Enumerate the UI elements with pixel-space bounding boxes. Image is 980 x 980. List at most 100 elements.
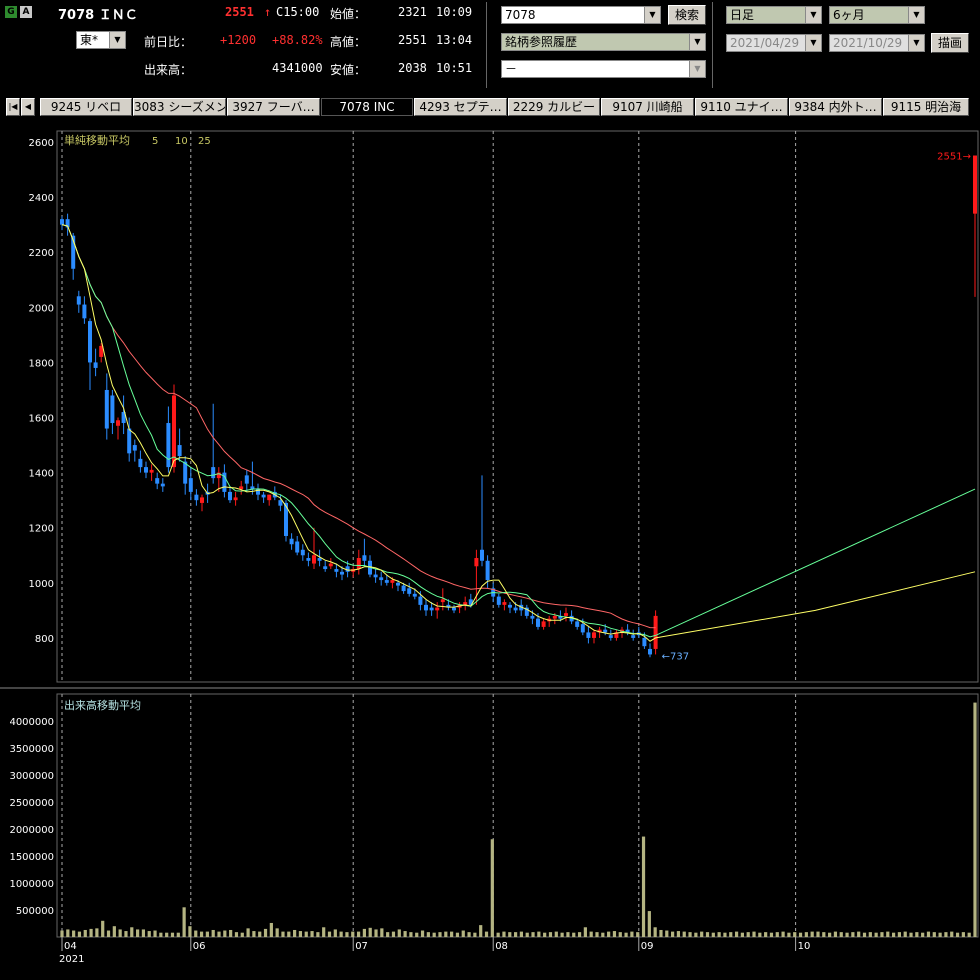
- volume-bar: [409, 932, 413, 937]
- volume-bar: [513, 932, 518, 937]
- candle-body: [642, 637, 647, 647]
- volume-bar: [118, 929, 122, 937]
- symbol-title: 7078 ＩＮＣ: [58, 8, 138, 23]
- candle-body: [200, 497, 204, 503]
- tab-7[interactable]: 9110 ユナイ…: [695, 98, 788, 116]
- candle-body: [390, 580, 395, 583]
- tab-8[interactable]: 9384 内外ト…: [789, 98, 882, 116]
- secondary-select[interactable]: － ▼: [501, 60, 706, 78]
- volume-bar: [955, 932, 960, 937]
- open-time: 10:09: [436, 5, 473, 19]
- volume-bar: [519, 931, 524, 937]
- first-tab-icon[interactable]: |◀: [6, 98, 20, 116]
- volume-bar: [641, 836, 646, 937]
- candle-body: [530, 615, 535, 619]
- history-select[interactable]: 銘柄参照履歴 ▼: [501, 33, 706, 51]
- prev-tab-icon[interactable]: ◀: [21, 98, 35, 116]
- candle-body: [407, 588, 412, 594]
- volume-bar: [583, 927, 587, 937]
- candle-body: [608, 635, 613, 638]
- volume-bar: [316, 932, 320, 937]
- low-marker-label: ←737: [662, 651, 689, 662]
- volume-bar: [194, 930, 198, 937]
- volume-bar: [112, 926, 116, 937]
- volume-bar: [263, 928, 268, 937]
- tab-1[interactable]: 3083 シーズメン: [133, 98, 226, 116]
- volume-bar: [671, 931, 675, 937]
- volume-bar: [932, 932, 936, 937]
- ma-legend-period: 25: [198, 136, 211, 147]
- volume-bar: [450, 931, 454, 937]
- candle-body: [323, 566, 328, 570]
- tab-5[interactable]: 2229 カルビー: [508, 98, 600, 116]
- candle-body: [160, 483, 165, 487]
- draw-button[interactable]: 描画: [931, 33, 969, 53]
- candle-body: [379, 577, 384, 581]
- chevron-down-icon: ▼: [908, 7, 924, 23]
- candle-body: [76, 296, 81, 305]
- candle-body: [261, 494, 266, 498]
- volume-bar: [816, 931, 820, 937]
- price-tick-label: 1000: [29, 579, 54, 590]
- volume-bar: [828, 932, 832, 937]
- volume-bar: [304, 931, 308, 937]
- volume-bar: [961, 932, 965, 937]
- x-tick-label: 07: [355, 941, 368, 952]
- change-label: 前日比：: [144, 35, 193, 49]
- volume-bar: [502, 931, 506, 937]
- tab-6[interactable]: 9107 川崎船: [601, 98, 694, 116]
- volume-bar: [508, 932, 512, 937]
- range-select[interactable]: 6ヶ月 ▼: [829, 6, 925, 24]
- market-select[interactable]: 東* ▼: [76, 31, 126, 49]
- code-input[interactable]: 7078 ▼: [501, 6, 661, 24]
- last-candle-body: [973, 155, 977, 214]
- candle-body: [440, 599, 445, 603]
- volume-bar: [89, 928, 93, 937]
- volume-tick-label: 3000000: [9, 771, 54, 782]
- candle-body: [144, 467, 148, 473]
- candle-body: [104, 389, 109, 429]
- ma-legend-period: 5: [152, 136, 158, 147]
- volume-bar: [822, 932, 826, 937]
- volume-bar: [577, 932, 582, 937]
- tab-4[interactable]: 4293 セプテ…: [414, 98, 507, 116]
- volume-bar: [839, 932, 843, 937]
- candle-body: [244, 475, 249, 484]
- volume-bar: [921, 932, 925, 937]
- x-tick-label: 08: [495, 941, 508, 952]
- x-tick-label: 10: [798, 941, 811, 952]
- volume-bar: [83, 929, 87, 937]
- volume-bar: [775, 932, 779, 937]
- candle-body: [340, 571, 344, 575]
- volume-panel-frame: [56, 693, 979, 938]
- price-tick-label: 2600: [29, 138, 54, 149]
- date-to-input[interactable]: 2021/10/29 ▼: [829, 34, 925, 52]
- tab-2[interactable]: 3927 フーバ…: [227, 98, 320, 116]
- period-select[interactable]: 日足 ▼: [726, 6, 822, 24]
- volume-bar: [374, 929, 378, 937]
- volume-bar: [281, 931, 285, 937]
- candle-body: [536, 618, 540, 627]
- volume-bar: [903, 931, 907, 937]
- code-input-value: 7078: [505, 8, 536, 22]
- volume-bar: [857, 931, 861, 937]
- volume-bar: [159, 932, 163, 937]
- volume-bar: [694, 932, 698, 937]
- price-tick-label: 2400: [29, 193, 54, 204]
- volume-bar: [130, 927, 134, 937]
- candle-body: [552, 615, 557, 619]
- candle-body: [502, 602, 507, 605]
- volume-bar: [72, 930, 76, 937]
- volume-bar: [543, 932, 547, 937]
- volume-bar: [176, 932, 180, 937]
- date-from-input[interactable]: 2021/04/29 ▼: [726, 34, 822, 52]
- volume-bar: [153, 930, 157, 937]
- volume-bar: [723, 932, 727, 937]
- tab-0[interactable]: 9245 リベロ: [40, 98, 132, 116]
- tab-9[interactable]: 9115 明治海: [883, 98, 969, 116]
- volume-bar: [77, 931, 82, 937]
- volume-bar: [380, 928, 384, 937]
- search-button[interactable]: 検索: [668, 5, 706, 25]
- price-chart[interactable]: 800 1000 1200 1400 1600 1800 2000 2200 2400 2600 5…: [0, 122, 980, 980]
- tab-3[interactable]: 7078 INC: [321, 98, 413, 116]
